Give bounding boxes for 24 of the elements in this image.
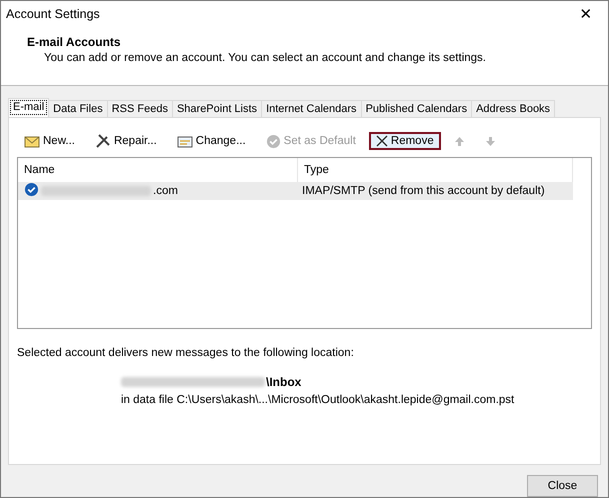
close-dialog-button[interactable]: Close [527,475,598,497]
remove-button[interactable]: Remove [368,132,441,150]
data-file-path: in data file C:\Users\akash\...\Microsoft\Outlook\akasht.lepide@gmail.com.pst [121,394,516,406]
repair-button[interactable]: Repair... [88,130,164,152]
envelope-icon [24,134,40,148]
up-arrow-icon [454,136,465,146]
inbox-folder: \Inbox [266,375,302,389]
check-circle-icon [24,182,39,197]
window-title: Account Settings [6,6,100,20]
close-icon [376,135,388,147]
change-button[interactable]: Change... [170,131,253,151]
section-description: You can add or remove an account. You can select an account and change its settings. [44,52,487,64]
form-icon [176,134,193,148]
new-button[interactable]: New... [17,131,82,151]
close-button[interactable]: ✕ [564,4,608,22]
check-circle-icon [266,134,281,148]
tab[interactable]: Address Books [471,100,556,117]
section-title: E-mail Accounts [27,35,122,49]
tab[interactable]: E-mail [8,98,50,117]
account-type: IMAP/SMTP (send from this account by default) [301,185,546,197]
account-name: .com [153,185,178,197]
delivery-label: Selected account delivers new messages to the following location: [17,347,355,359]
account-row[interactable]: .com IMAP/SMTP (send from this account by default) [18,182,573,200]
down-arrow-icon [484,136,496,146]
